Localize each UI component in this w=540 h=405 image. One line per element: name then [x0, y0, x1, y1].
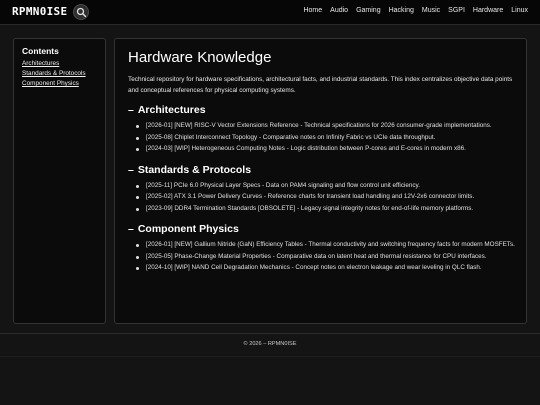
- entry-list: [2025-11] PCIe 6.0 Physical Layer Specs …: [128, 181, 513, 215]
- section-heading: Standards & Protocols: [137, 163, 252, 176]
- list-item[interactable]: [2024-03] [WIP] Heterogeneous Computing …: [135, 144, 521, 155]
- collapse-toggle[interactable]: –: [128, 104, 134, 116]
- list-item[interactable]: [2025-02] ATX 3.1 Power Delivery Curves …: [135, 192, 521, 203]
- list-item[interactable]: [2026-01] [NEW] Gallium Nitride (GaN) Ef…: [135, 240, 521, 251]
- nav-link-hacking[interactable]: Hacking: [389, 7, 414, 14]
- section-heading: Component Physics: [137, 223, 239, 235]
- nav-link-hardware[interactable]: Hardware: [473, 7, 503, 14]
- search-button[interactable]: [73, 4, 89, 20]
- main-nav: Home Audio Gaming Hacking Music SGPI Har…: [303, 7, 528, 14]
- list-item[interactable]: [2023-09] DDR4 Termination Standards [OB…: [135, 204, 521, 215]
- collapse-toggle[interactable]: –: [128, 164, 134, 176]
- section-standards-protocols: – Standards & Protocols [2025-11] PCIe 6.…: [128, 164, 513, 215]
- nav-link-sgpi[interactable]: SGPI: [448, 7, 465, 14]
- section-architectures: – Architectures [2026-01] [NEW] RISC-V Ve…: [128, 104, 513, 155]
- page-intro: Technical repository for hardware specif…: [128, 76, 513, 94]
- footer-divider: [0, 333, 540, 334]
- toc-title: Contents: [22, 46, 59, 56]
- page-title: Hardware Knowledge: [128, 49, 272, 66]
- nav-link-music[interactable]: Music: [422, 7, 440, 14]
- toc-link-architectures[interactable]: Architectures: [22, 60, 97, 67]
- main-content: Hardware Knowledge Technical repository …: [114, 38, 527, 324]
- site-logo[interactable]: RPMN0ISE: [12, 5, 67, 18]
- toc-link-component-physics[interactable]: Component Physics: [22, 80, 97, 87]
- list-item[interactable]: [2025-05] Phase-Change Material Properti…: [135, 252, 521, 263]
- section-component-physics: – Component Physics [2026-01] [NEW] Galli…: [128, 223, 515, 274]
- copyright-text: © 2026 – RPMN0ISE: [243, 341, 297, 347]
- entry-list: [2026-01] [NEW] Gallium Nitride (GaN) Ef…: [128, 240, 515, 274]
- list-item[interactable]: [2024-10] [WIP] NAND Cell Degradation Me…: [135, 263, 521, 274]
- nav-link-linux[interactable]: Linux: [511, 7, 528, 14]
- list-item[interactable]: [2026-01] [NEW] RISC-V Vector Extensions…: [135, 121, 521, 132]
- entry-list: [2026-01] [NEW] RISC-V Vector Extensions…: [128, 121, 513, 155]
- table-of-contents: Contents Architectures Standards & Proto…: [13, 38, 106, 324]
- nav-link-gaming[interactable]: Gaming: [356, 7, 381, 14]
- nav-link-home[interactable]: Home: [303, 7, 322, 14]
- list-item[interactable]: [2025-11] PCIe 6.0 Physical Layer Specs …: [135, 181, 521, 192]
- footer: © 2026 – RPMN0ISE: [0, 341, 540, 347]
- page-bottom: [0, 356, 540, 405]
- nav-link-audio[interactable]: Audio: [330, 7, 348, 14]
- toc-link-standards-protocols[interactable]: Standards & Protocols: [22, 70, 97, 77]
- list-item[interactable]: [2025-08] Chiplet Interconnect Topology …: [135, 133, 521, 144]
- search-icon: [76, 7, 87, 18]
- section-heading: Architectures: [137, 104, 206, 116]
- top-navigation-bar: RPMN0ISE Home Audio Gaming Hacking Music…: [0, 0, 540, 25]
- collapse-toggle[interactable]: –: [128, 223, 134, 235]
